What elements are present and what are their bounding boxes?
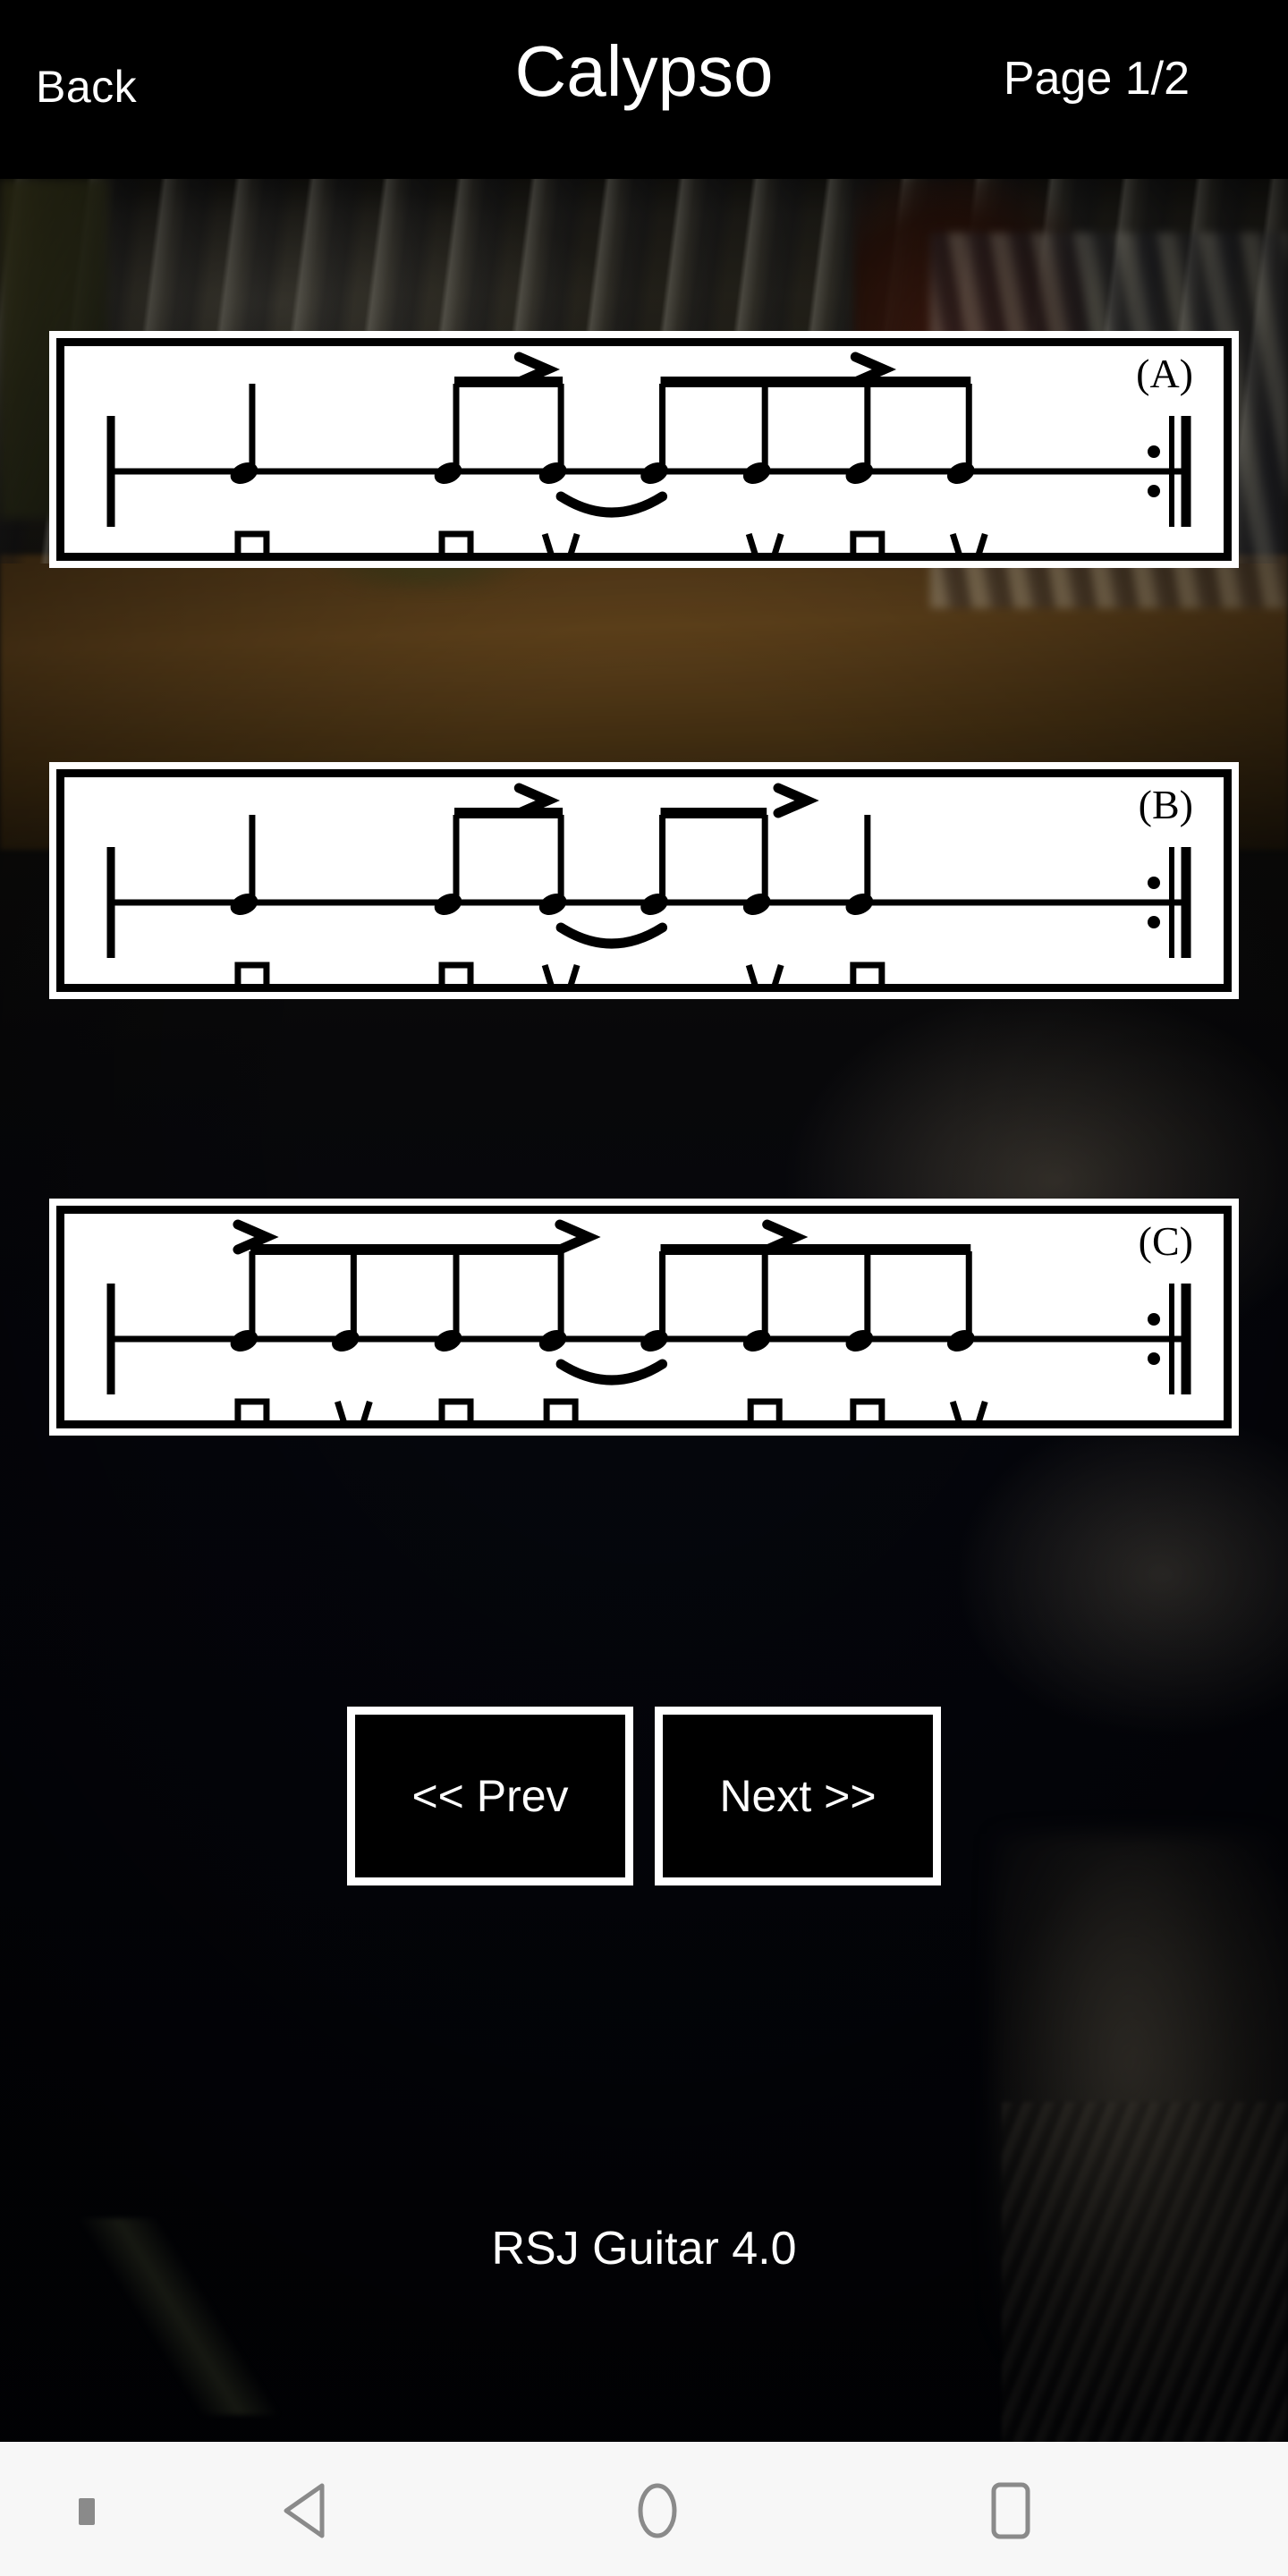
top-bar: Back Calypso Page 1/2 <box>0 0 1288 179</box>
notation-a <box>106 352 1191 553</box>
rhythm-pattern-panel-b[interactable]: (B) <box>49 762 1239 999</box>
page-indicator: Page 1/2 <box>1003 53 1190 105</box>
circle-home-icon[interactable] <box>617 2482 698 2539</box>
system-navigation-bar <box>0 2442 1288 2576</box>
notation-c <box>106 1219 1191 1420</box>
pager-controls: << Prev Next >> <box>0 1707 1288 1885</box>
square-recents-icon[interactable] <box>970 2482 1051 2539</box>
notation-b <box>106 783 1191 984</box>
square-dot-icon[interactable] <box>79 2498 95 2525</box>
app-root: Back Calypso Page 1/2 (A) (B) (C) << Pre… <box>0 0 1288 2576</box>
next-button[interactable]: Next >> <box>655 1707 941 1885</box>
panel-a-inner: (A) <box>56 338 1232 561</box>
panel-c-inner: (C) <box>56 1206 1232 1428</box>
prev-button[interactable]: << Prev <box>347 1707 633 1885</box>
rhythm-pattern-panel-a[interactable]: (A) <box>49 331 1239 568</box>
triangle-back-icon[interactable] <box>268 2482 349 2539</box>
panel-b-inner: (B) <box>56 769 1232 992</box>
app-brand-footer: RSJ Guitar 4.0 <box>491 2223 797 2275</box>
rhythm-pattern-panel-c[interactable]: (C) <box>49 1199 1239 1436</box>
